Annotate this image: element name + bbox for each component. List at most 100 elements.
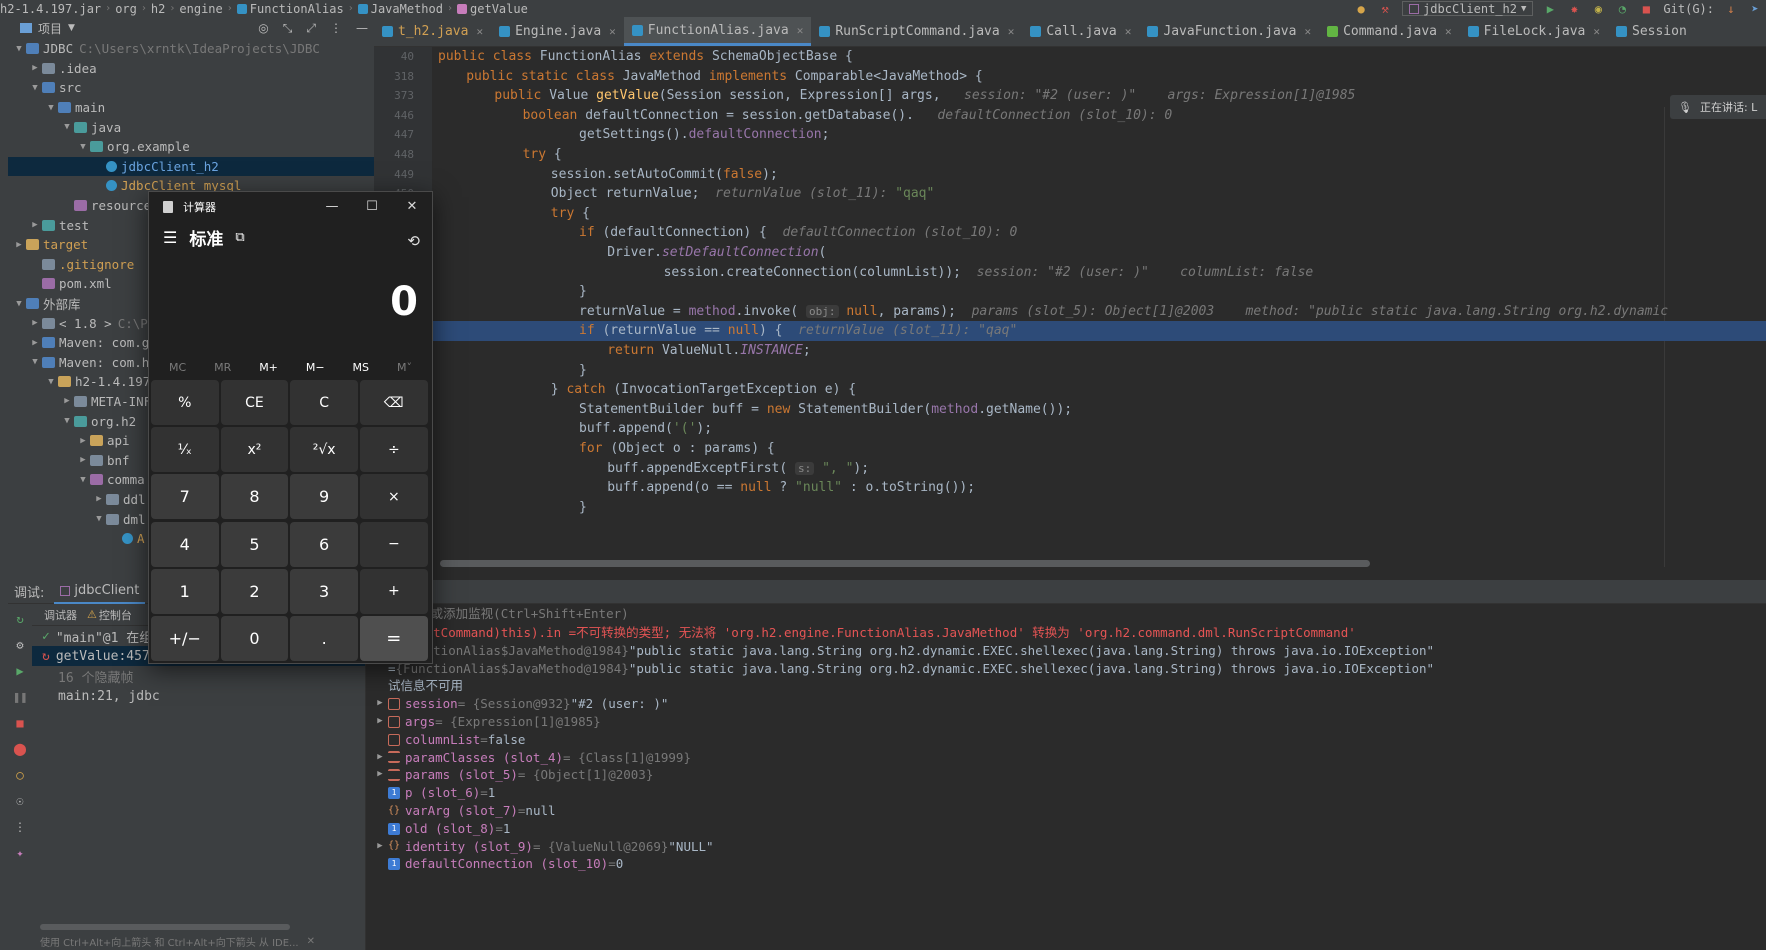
keep-on-top-icon[interactable]: ⧉ (235, 230, 244, 245)
code-line[interactable]: 40 public class FunctionAlias extends Sch… (374, 47, 1766, 67)
line-number[interactable]: 448 (374, 145, 414, 165)
tree-item[interactable]: ▼ org.example (8, 137, 374, 157)
chevron-down-icon[interactable]: ▼ (76, 142, 90, 152)
equals-key[interactable]: = (360, 615, 428, 661)
chevron-right-icon[interactable]: ▶ (92, 494, 106, 504)
percent-key[interactable]: % (151, 380, 219, 425)
debug-session-tab[interactable]: jdbcClient (54, 580, 146, 604)
close-icon[interactable]: ✕ (1445, 25, 1452, 38)
breadcrumb-item[interactable]: engine (179, 2, 222, 16)
coverage-icon[interactable]: ◉ (1591, 2, 1605, 16)
run-config-selector[interactable]: jdbcClient_h2 ▼ (1402, 1, 1534, 16)
decimal-key[interactable]: . (290, 615, 358, 661)
hide-icon[interactable]: — (356, 21, 368, 36)
variable-row[interactable]: columnList = false (366, 731, 1766, 749)
variable-row[interactable]: ▶ args = {Expression[1]@1985} (366, 713, 1766, 731)
code-line[interactable]: 461StatementBuilder buff = new Statement… (374, 400, 1766, 420)
watch-input[interactable]: (Enter)或添加监视(Ctrl+Shift+Enter) (366, 604, 1766, 624)
chevron-down-icon[interactable]: ▼ (28, 83, 42, 93)
memory-key[interactable]: MS (353, 361, 369, 374)
digit-3-key[interactable]: 3 (290, 568, 358, 614)
editor-tab[interactable]: RunScriptCommand.java ✕ (811, 17, 1022, 46)
stack-frame[interactable]: main:21, jdbc (32, 686, 365, 706)
chevron-right-icon[interactable]: ▶ (372, 695, 388, 713)
maximize-icon[interactable]: ☐ (352, 192, 392, 222)
variable-row[interactable]: 试信息不可用 (366, 677, 1766, 695)
code-line[interactable]: 318 public static class JavaMethod implem… (374, 67, 1766, 87)
tab-debugger[interactable]: 调试器 (44, 607, 77, 623)
chevron-right-icon[interactable]: ▶ (372, 749, 388, 767)
tree-item[interactable]: ▼ src (8, 78, 374, 98)
code-line[interactable]: 454session.createConnection(columnList))… (374, 263, 1766, 283)
breadcrumb-item[interactable]: h2 (151, 2, 165, 16)
code-line[interactable]: 463for (Object o : params) { (374, 439, 1766, 459)
chevron-right-icon[interactable]: ▶ (372, 713, 388, 731)
variable-row[interactable]: 1 p (slot_6) = 1 (366, 784, 1766, 802)
digit-9-key[interactable]: 9 (290, 474, 358, 520)
expand-all-icon[interactable]: ⤡ (283, 21, 293, 36)
editor-tab[interactable]: Command.java ✕ (1319, 17, 1460, 46)
chevron-right-icon[interactable]: ▶ (60, 396, 74, 406)
frames-scrollbar[interactable] (40, 924, 290, 930)
line-number[interactable]: 446 (374, 106, 414, 126)
code-line[interactable]: 451try { (374, 204, 1766, 224)
tree-item[interactable]: ▼ main (8, 98, 374, 118)
code-line[interactable]: 452if (defaultConnection) { defaultConne… (374, 223, 1766, 243)
line-number[interactable]: 373 (374, 86, 414, 106)
line-number[interactable]: 449 (374, 165, 414, 185)
code-line[interactable]: 449 session.setAutoCommit(false); (374, 165, 1766, 185)
editor-tab[interactable]: t_h2.java ✕ (374, 17, 491, 46)
close-icon[interactable]: ✕ (392, 192, 432, 222)
breadcrumb-item[interactable]: JavaMethod (357, 2, 443, 16)
sqrt-key[interactable]: ²√x (290, 427, 358, 473)
line-number[interactable]: 318 (374, 67, 414, 87)
stack-frame[interactable]: 16 个隐藏帧 (32, 666, 365, 686)
tree-item[interactable]: ▼ java (8, 117, 374, 137)
run-icon[interactable]: ▶ (1543, 2, 1557, 16)
chevron-down-icon[interactable]: ▼ (76, 475, 90, 485)
tree-item[interactable]: ▶ .idea (8, 59, 374, 79)
minus-key[interactable]: − (360, 521, 428, 567)
code-line[interactable]: 456returnValue = method.invoke( obj: nul… (374, 302, 1766, 322)
close-icon[interactable]: ✕ (797, 24, 804, 37)
chevron-down-icon[interactable]: ▼ (68, 23, 75, 33)
editor-tab[interactable]: Session (1608, 17, 1695, 46)
code-line[interactable]: 464buff.appendExceptFirst( s: ", "); (374, 459, 1766, 479)
breadcrumb-item[interactable]: getValue (457, 2, 528, 16)
line-number[interactable]: 40 (374, 47, 414, 67)
tree-item[interactable]: ▼ JDBC C:\Users\xrntk\IdeaProjects\JDBC (8, 39, 374, 59)
code-line[interactable]: 453Driver.setDefaultConnection( (374, 243, 1766, 263)
code-line[interactable]: 450Object returnValue; returnValue (slot… (374, 184, 1766, 204)
more-icon[interactable]: ⋮ (13, 820, 27, 834)
multiply-key[interactable]: × (360, 474, 428, 520)
chevron-down-icon[interactable]: ▼ (60, 122, 74, 132)
stop-icon[interactable]: ■ (1639, 2, 1653, 16)
git-update-icon[interactable]: ↓ (1724, 2, 1738, 16)
variable-row[interactable]: = {FunctionAlias$JavaMethod@1984} "publi… (366, 642, 1766, 660)
debug-icon[interactable]: ✸ (1567, 2, 1581, 16)
build-hammer-icon[interactable]: ⚒ (1378, 2, 1392, 16)
variable-row[interactable]: nScriptCommand)this).in = 不可转换的类型; 无法将 '… (366, 624, 1766, 642)
variable-row[interactable]: {} varArg (slot_7) = null (366, 802, 1766, 820)
digit-1-key[interactable]: 1 (151, 568, 219, 614)
variable-row[interactable]: ▶ session = {Session@932} "#2 (user: )" (366, 695, 1766, 713)
memory-key[interactable]: MR (214, 361, 231, 374)
memory-key[interactable]: M− (306, 361, 325, 374)
variable-row[interactable]: = {FunctionAlias$JavaMethod@1984} "publi… (366, 660, 1766, 678)
close-icon[interactable]: ✕ (476, 25, 483, 38)
chevron-right-icon[interactable]: ▶ (76, 436, 90, 446)
current-execution-line[interactable]: 457if (returnValue == null) { returnValu… (374, 321, 1766, 341)
digit-5-key[interactable]: 5 (220, 521, 289, 567)
git-push-icon[interactable]: ➤ (1748, 2, 1762, 16)
code-line[interactable]: 465buff.append(o == null ? "null" : o.to… (374, 478, 1766, 498)
chevron-down-icon[interactable]: ▼ (12, 299, 26, 309)
variable-row[interactable]: ▶ params (slot_5) = {Object[1]@2003} (366, 766, 1766, 784)
horizontal-scrollbar[interactable] (440, 560, 1370, 567)
code-line[interactable]: 447 getSettings().defaultConnection; (374, 125, 1766, 145)
project-header-title[interactable]: 项目 (38, 20, 62, 37)
chevron-down-icon[interactable]: ▼ (92, 514, 106, 524)
settings-icon[interactable]: ⚙ (13, 638, 27, 652)
stop-icon[interactable]: ■ (13, 716, 27, 730)
close-icon[interactable]: ✕ (1593, 25, 1600, 38)
tab-console[interactable]: 控制台 (99, 607, 132, 623)
